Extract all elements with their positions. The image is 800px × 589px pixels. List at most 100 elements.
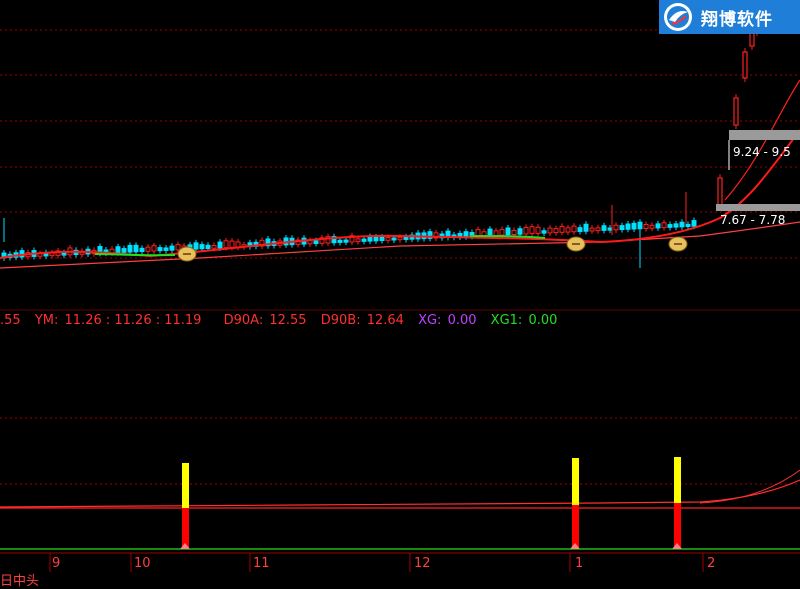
time-axis — [0, 552, 800, 572]
candle-body — [139, 247, 145, 253]
candle-body — [717, 177, 723, 207]
candle-body — [313, 240, 319, 245]
candle-body — [163, 247, 169, 251]
signal-bar-red — [674, 503, 681, 549]
candle-body — [463, 231, 469, 238]
logo-text: 翔博软件 — [701, 9, 773, 30]
d90b-value: 12.64 — [366, 313, 404, 328]
candle-body — [487, 228, 493, 237]
partial-value: .55 — [0, 313, 21, 328]
candle-body — [691, 220, 697, 227]
candle-body — [685, 223, 691, 228]
xg-label: XG: — [418, 313, 442, 328]
month-label-nov: 11 — [253, 556, 270, 571]
candle-body — [661, 222, 667, 229]
candle-body — [619, 225, 625, 231]
candle-body — [589, 227, 595, 232]
candle-body — [583, 223, 589, 232]
candle-body — [655, 223, 661, 229]
price-grid — [0, 29, 800, 485]
candle-body — [115, 246, 121, 254]
candle-body — [217, 241, 223, 249]
candle-body — [355, 238, 361, 243]
price-box-label-lower: 7.67 - 7.78 — [720, 213, 786, 227]
candle-body — [511, 229, 517, 236]
signal-bar-red — [572, 505, 579, 549]
price-box-band-lower — [716, 204, 800, 211]
candle-body — [397, 236, 403, 241]
month-label-jan: 1 — [575, 556, 584, 571]
indicator-values: .55 YM: 11.26 : 11.26 : 11.19 D90A: 12.5… — [0, 312, 567, 330]
candle-body — [175, 244, 181, 251]
xg1-label: XG1: — [490, 313, 523, 328]
candle-body — [151, 245, 157, 252]
candle-body — [643, 223, 649, 229]
price-box-band-upper — [729, 130, 800, 140]
candle-body — [379, 236, 385, 242]
month-label-feb: 2 — [707, 556, 716, 571]
candle-body — [667, 224, 673, 228]
candle-body — [367, 236, 373, 242]
candle-body — [679, 221, 685, 228]
candle-body — [553, 228, 559, 234]
signal-bar-yellow — [674, 457, 681, 503]
candle-body — [517, 228, 523, 235]
candle-body — [145, 246, 151, 252]
candle-body — [193, 242, 199, 250]
candle-body — [631, 222, 637, 230]
xg-value: 0.00 — [447, 313, 477, 328]
candle-body — [343, 239, 349, 243]
d90b-label: D90B: — [320, 313, 361, 328]
month-label-dec: 12 — [414, 556, 431, 571]
candlesticks — [1, 14, 760, 268]
candle-body — [127, 244, 133, 253]
candle-body — [391, 237, 397, 241]
candle-body — [337, 239, 343, 243]
candle-body — [223, 240, 229, 249]
candle-body — [505, 227, 511, 236]
candle-body — [499, 229, 505, 236]
candle-body — [169, 245, 175, 251]
ym-label: YM: — [34, 313, 59, 328]
ym-values: 11.26 : 11.26 : 11.19 — [64, 313, 202, 328]
candle-body — [637, 221, 643, 230]
candle-body — [601, 225, 607, 231]
signal-bar-red — [182, 508, 189, 549]
candle-body — [595, 227, 601, 232]
candle-body — [547, 227, 553, 234]
price-box-label-upper: 9.24 - 9.5 — [733, 145, 791, 159]
candle-body — [403, 236, 409, 240]
month-label-oct: 10 — [134, 556, 151, 571]
candle-body — [523, 226, 529, 235]
candle-body — [157, 247, 163, 252]
stock-chart[interactable] — [0, 0, 800, 580]
price-range-boxes — [716, 130, 800, 211]
d90a-value: 12.55 — [269, 313, 307, 328]
candle-body — [571, 225, 577, 233]
candle-body — [541, 230, 547, 234]
candle-body — [211, 245, 217, 249]
candle-body — [493, 230, 499, 236]
logo-icon — [664, 3, 692, 31]
candle-body — [577, 227, 583, 232]
candle-body — [133, 244, 139, 253]
signal-bar-yellow — [182, 463, 189, 508]
xg1-value: 0.00 — [528, 313, 558, 328]
indicator-panel — [0, 457, 800, 550]
candle-body — [205, 244, 211, 249]
candle-body — [361, 238, 367, 242]
candle-body — [673, 223, 679, 228]
candle-body — [625, 223, 631, 230]
candle-body — [559, 225, 565, 233]
candle-body — [535, 226, 541, 234]
month-label-sep: 9 — [52, 556, 61, 571]
candle-body — [373, 236, 379, 242]
candle-body — [565, 227, 571, 233]
candle-body — [733, 97, 739, 126]
candle-body — [385, 237, 391, 241]
brand-logo: 翔博软件 — [659, 0, 800, 34]
candle-body — [121, 248, 127, 253]
candle-body — [199, 244, 205, 250]
signal-bar-yellow — [572, 458, 579, 505]
candle-body — [229, 240, 235, 248]
